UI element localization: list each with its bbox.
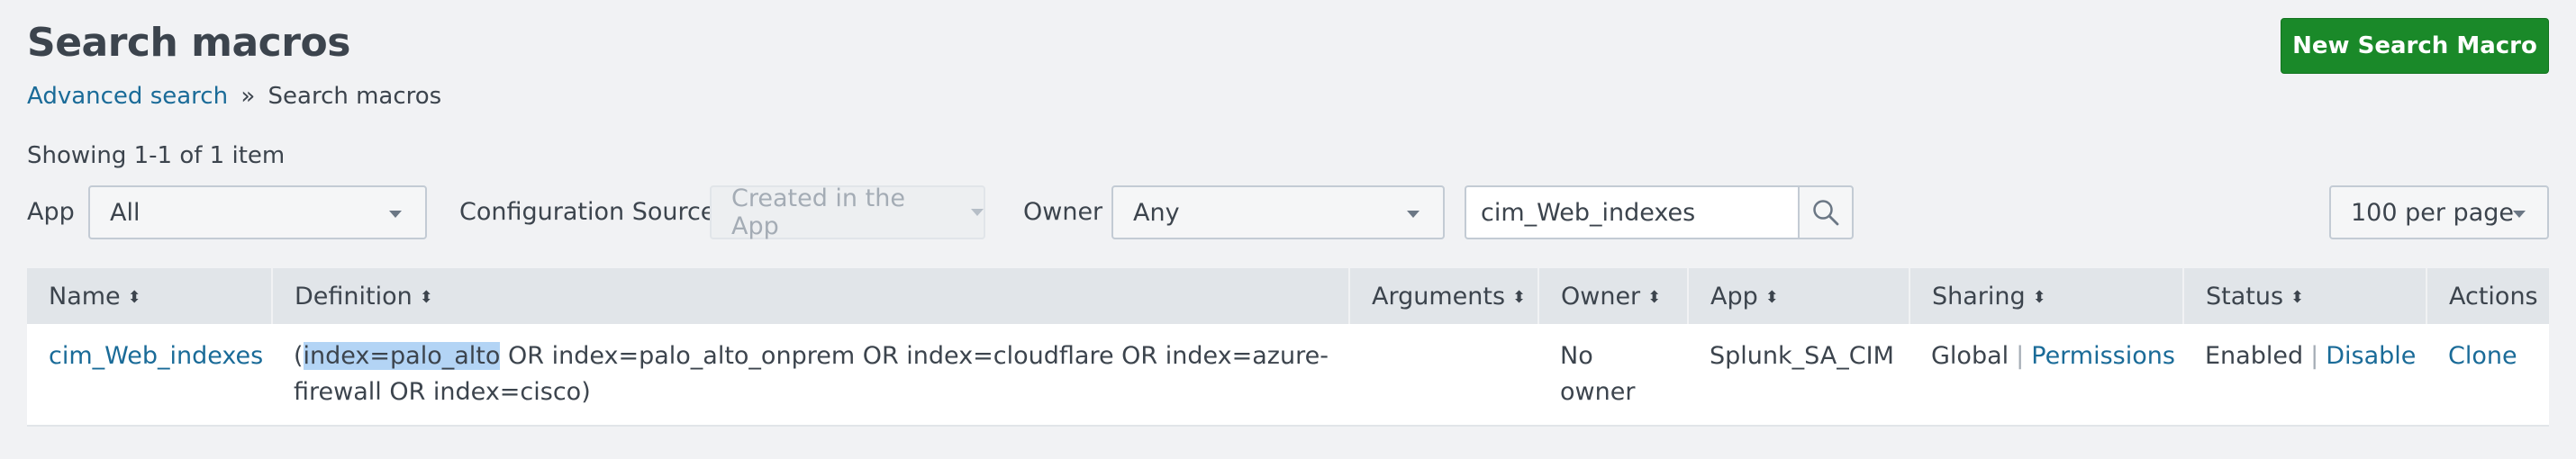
result-count: Showing 1-1 of 1 item	[27, 142, 286, 169]
sort-icon: ⬍	[2290, 287, 2305, 307]
column-header-sharing[interactable]: Sharing ⬍	[1909, 268, 2184, 324]
search-input[interactable]	[1465, 185, 1798, 239]
column-header-status[interactable]: Status ⬍	[2183, 268, 2427, 324]
per-page-value: 100 per page	[2351, 198, 2514, 227]
clone-link[interactable]: Clone	[2448, 342, 2517, 370]
cell-status: Enabled | Disable	[2205, 342, 2417, 370]
cell-app: Splunk_SA_CIM	[1710, 342, 1894, 370]
cell-owner: No owner	[1560, 342, 1636, 406]
column-header-name[interactable]: Name ⬍	[27, 268, 273, 324]
sort-icon: ⬍	[1647, 287, 1662, 307]
permissions-link[interactable]: Permissions	[2031, 342, 2175, 370]
search-icon	[1813, 200, 1839, 226]
owner-filter-value: Any	[1133, 198, 1180, 227]
cell-sharing: Global | Permissions	[1931, 342, 2175, 370]
breadcrumb-separator: »	[240, 83, 256, 110]
column-header-actions: Actions	[2449, 282, 2538, 310]
cell-definition: (index=palo_alto OR index=palo_alto_onpr…	[294, 342, 1329, 406]
search-button[interactable]	[1798, 185, 1854, 239]
owner-filter-label: Owner	[1023, 198, 1103, 226]
breadcrumb-current: Search macros	[268, 83, 442, 110]
per-page-select[interactable]: 100 per page	[2329, 185, 2549, 239]
chevron-down-icon	[971, 209, 984, 216]
cell-name: cim_Web_indexes	[27, 324, 272, 426]
macros-table: Name ⬍ Definition ⬍ Arguments ⬍ Owner ⬍ App ⬍…	[27, 268, 2549, 427]
disable-link[interactable]: Disable	[2326, 342, 2416, 370]
cell-actions: Clone	[2426, 324, 2549, 426]
config-source-value: Created in the App	[731, 184, 905, 240]
app-filter-value: All	[110, 198, 141, 227]
config-source-label: Configuration Source	[459, 198, 716, 226]
column-header-arguments[interactable]: Arguments ⬍	[1349, 268, 1539, 324]
table-row: cim_Web_indexes (index=palo_alto OR inde…	[27, 324, 2549, 426]
sort-icon: ⬍	[1512, 287, 1527, 307]
app-filter-select[interactable]: All	[88, 185, 427, 239]
macro-name-link[interactable]: cim_Web_indexes	[49, 342, 263, 370]
filter-bar: App All Configuration Source Created in …	[27, 184, 2549, 240]
table-header-row: Name ⬍ Definition ⬍ Arguments ⬍ Owner ⬍ App ⬍…	[27, 268, 2549, 324]
sort-icon: ⬍	[127, 287, 141, 307]
column-header-definition[interactable]: Definition ⬍	[272, 268, 1350, 324]
selected-text: index=palo_alto	[303, 342, 501, 370]
chevron-down-icon	[1407, 211, 1420, 218]
page: Search macros Advanced search » Search m…	[0, 0, 2576, 459]
page-title: Search macros	[27, 20, 350, 66]
chevron-down-icon	[2513, 211, 2526, 218]
sort-icon: ⬍	[419, 287, 433, 307]
breadcrumb: Advanced search » Search macros	[27, 83, 441, 110]
cell-arguments	[1349, 324, 1538, 426]
chevron-down-icon	[389, 211, 402, 218]
sort-icon: ⬍	[1764, 287, 1779, 307]
column-header-app[interactable]: App ⬍	[1688, 268, 1910, 324]
new-search-macro-button[interactable]: New Search Macro	[2281, 18, 2549, 74]
column-header-owner[interactable]: Owner ⬍	[1538, 268, 1689, 324]
breadcrumb-advanced-search-link[interactable]: Advanced search	[27, 83, 228, 110]
owner-filter-select[interactable]: Any	[1111, 185, 1445, 239]
config-source-select: Created in the App	[710, 184, 985, 240]
app-filter-label: App	[27, 198, 75, 226]
sort-icon: ⬍	[2032, 287, 2046, 307]
